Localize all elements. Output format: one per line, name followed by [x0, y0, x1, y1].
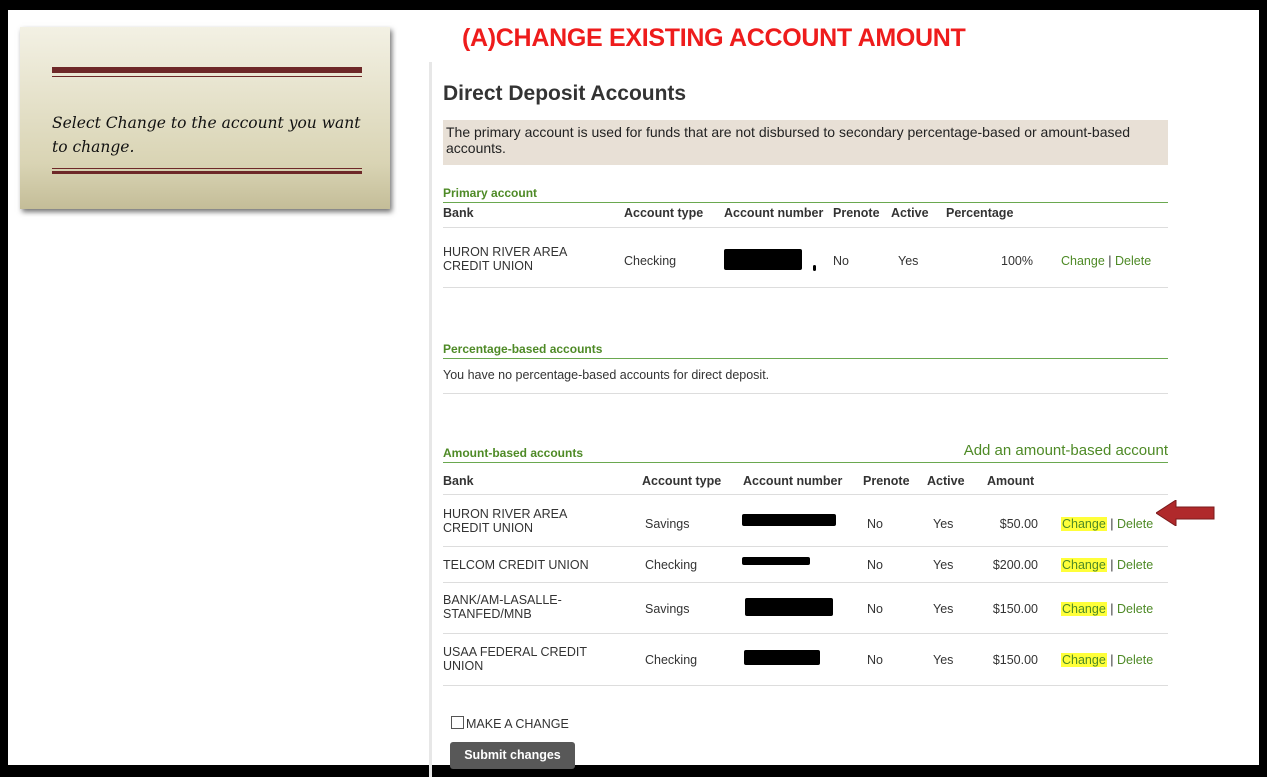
amount-row-type: Savings	[645, 517, 690, 531]
amount-row-bank: USAA FEDERAL CREDIT UNION	[443, 645, 587, 673]
make-change-label: MAKE A CHANGE	[466, 717, 569, 731]
link-separator: |	[1110, 558, 1114, 572]
instruction-banner: (A)CHANGE EXISTING ACCOUNT AMOUNT	[462, 24, 966, 52]
primary-row-percentage: 100%	[1001, 254, 1033, 268]
primary-header-prenote: Prenote	[833, 206, 880, 220]
amount-row-actions: Change | Delete	[1061, 653, 1153, 667]
callout-rule-bottom-thin	[52, 168, 362, 169]
amount-row-type: Savings	[645, 602, 690, 616]
row-divider	[443, 494, 1168, 495]
primary-header-number: Account number	[724, 206, 824, 220]
amount-row-bank: TELCOM CREDIT UNION	[443, 558, 589, 572]
amount-row-amount: $50.00	[999, 517, 1038, 531]
instruction-callout: Select Change to the account you want to…	[20, 27, 390, 209]
primary-row-type: Checking	[624, 254, 677, 268]
row-divider	[443, 633, 1168, 634]
panel-divider	[429, 62, 432, 777]
change-link[interactable]: Change	[1061, 602, 1107, 616]
primary-row-actions: Change | Delete	[1061, 254, 1151, 268]
amount-row-prenote: No	[867, 602, 883, 616]
callout-rule-bottom	[52, 171, 362, 174]
amount-row-prenote: No	[867, 517, 883, 531]
delete-link[interactable]: Delete	[1117, 558, 1153, 572]
amount-row-amount: $150.00	[992, 602, 1038, 616]
change-link[interactable]: Change	[1061, 517, 1107, 531]
redacted-account-number	[724, 249, 802, 270]
submit-changes-button[interactable]: Submit changes	[450, 742, 575, 769]
row-divider	[443, 227, 1168, 228]
amount-header-active: Active	[927, 474, 965, 488]
screenshot-frame: (A)CHANGE EXISTING ACCOUNT AMOUNT Select…	[8, 10, 1259, 777]
amount-row-type: Checking	[645, 653, 698, 667]
row-divider	[443, 685, 1168, 686]
redacted-mark	[813, 265, 816, 271]
make-change-checkbox-row[interactable]: MAKE A CHANGE	[451, 716, 569, 731]
redacted-account-number	[745, 598, 833, 616]
row-divider	[443, 582, 1168, 583]
amount-row-active: Yes	[933, 558, 954, 572]
amount-row-prenote: No	[867, 653, 883, 667]
row-divider	[443, 546, 1168, 547]
make-change-checkbox[interactable]	[451, 716, 464, 729]
amount-row-active: Yes	[933, 602, 954, 616]
redacted-account-number	[742, 557, 810, 565]
pointer-arrow-icon	[1156, 500, 1215, 526]
amount-row-actions: Change | Delete	[1061, 517, 1153, 531]
primary-row-active: Yes	[898, 254, 919, 268]
link-separator: |	[1110, 653, 1114, 667]
amount-row-amount: $200.00	[992, 558, 1038, 572]
link-separator: |	[1110, 602, 1114, 616]
percentage-section-heading: Percentage-based accounts	[443, 342, 1168, 359]
amount-section-heading: Amount-based accounts Add an amount-base…	[443, 442, 1168, 463]
primary-header-active: Active	[891, 206, 929, 220]
amount-header-bank: Bank	[443, 474, 474, 488]
percentage-empty-text: You have no percentage-based accounts fo…	[443, 368, 770, 382]
callout-text: Select Change to the account you want to…	[52, 114, 361, 156]
amount-row-prenote: No	[867, 558, 883, 572]
link-separator: |	[1110, 517, 1114, 531]
redacted-account-number	[744, 650, 820, 665]
primary-header-type: Account type	[624, 206, 704, 220]
amount-row-active: Yes	[933, 653, 954, 667]
amount-row-amount: $150.00	[992, 653, 1038, 667]
page-title: Direct Deposit Accounts	[443, 82, 687, 105]
primary-header-bank: Bank	[443, 206, 474, 220]
primary-header-percentage: Percentage	[946, 206, 1014, 220]
callout-rule-top-thin	[52, 76, 362, 77]
primary-row-bank: HURON RIVER AREA CREDIT UNION	[443, 245, 567, 273]
row-divider	[443, 287, 1168, 288]
change-link[interactable]: Change	[1061, 254, 1105, 268]
change-link[interactable]: Change	[1061, 558, 1107, 572]
change-link[interactable]: Change	[1061, 653, 1107, 667]
amount-row-type: Checking	[645, 558, 698, 572]
amount-row-bank: BANK/AM-LASALLE-STANFED/MNB	[443, 593, 562, 621]
link-separator: |	[1108, 254, 1112, 268]
amount-header-type: Account type	[642, 474, 722, 488]
primary-section-heading: Primary account	[443, 186, 1168, 203]
redacted-account-number	[742, 514, 836, 526]
callout-rule-top	[52, 67, 362, 73]
primary-row-prenote: No	[833, 254, 849, 268]
amount-header-amount: Amount	[987, 474, 1035, 488]
amount-section-title: Amount-based accounts	[443, 446, 584, 460]
direct-deposit-panel: Direct Deposit Accounts The primary acco…	[425, 62, 1180, 777]
amount-row-actions: Change | Delete	[1061, 602, 1153, 616]
info-box: The primary account is used for funds th…	[443, 120, 1168, 165]
delete-link[interactable]: Delete	[1115, 254, 1151, 268]
add-amount-account-link[interactable]: Add an amount-based account	[964, 442, 1168, 459]
row-divider	[443, 393, 1168, 394]
amount-header-prenote: Prenote	[863, 474, 910, 488]
delete-link[interactable]: Delete	[1117, 653, 1153, 667]
delete-link[interactable]: Delete	[1117, 602, 1153, 616]
delete-link[interactable]: Delete	[1117, 517, 1153, 531]
amount-row-bank: HURON RIVER AREA CREDIT UNION	[443, 507, 567, 535]
amount-row-active: Yes	[933, 517, 954, 531]
amount-header-number: Account number	[743, 474, 843, 488]
amount-row-actions: Change | Delete	[1061, 558, 1153, 572]
